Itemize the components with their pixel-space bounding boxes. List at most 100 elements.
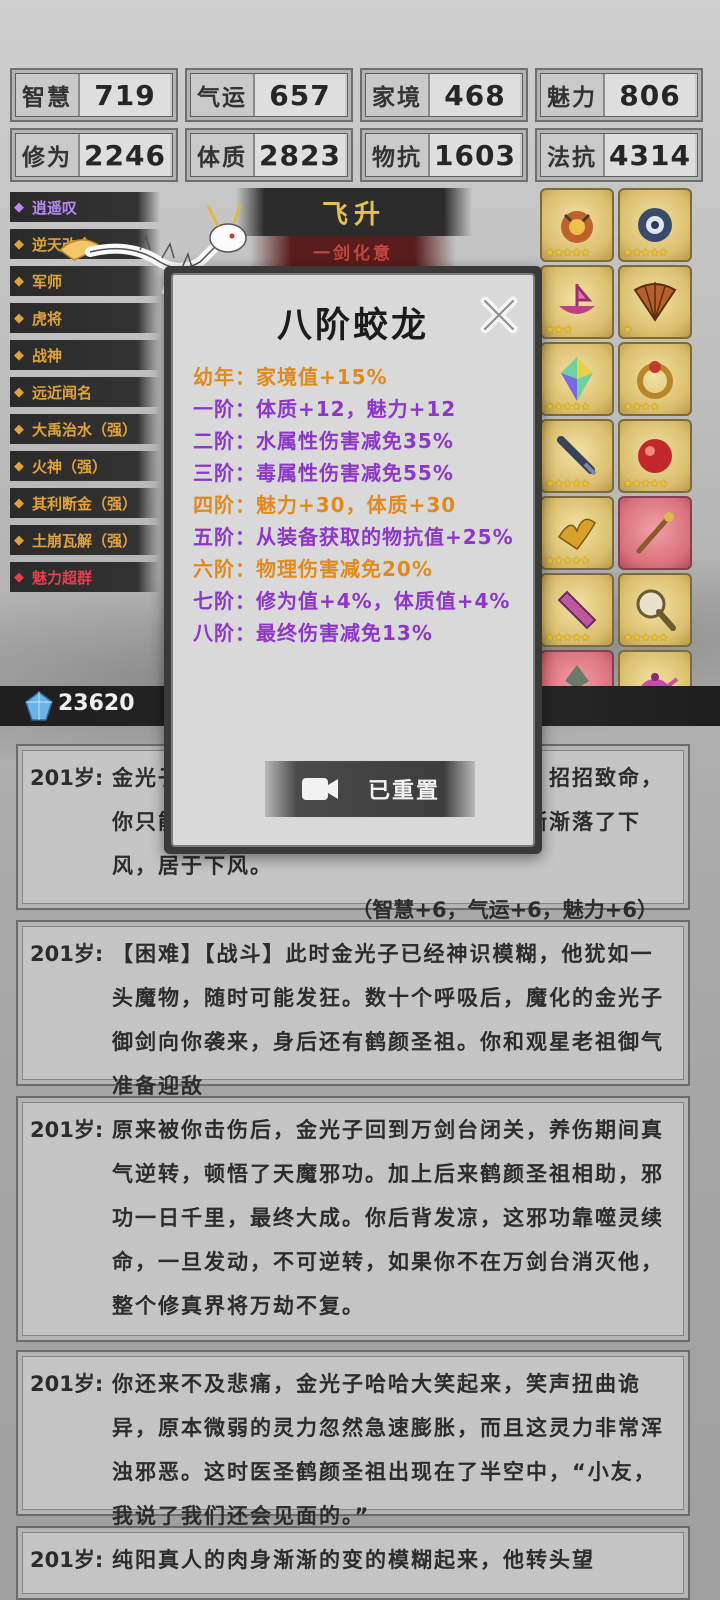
pink-scroll-icon <box>557 590 597 630</box>
stat-physical-resist: 物抗 1603 <box>360 128 528 182</box>
star-rating: ★★★★ <box>623 400 659 413</box>
stat-wisdom: 智慧 719 <box>10 68 178 122</box>
star-rating: ★★★★★ <box>545 400 590 413</box>
star-rating: ★★★★★ <box>545 631 590 644</box>
equipment-slot[interactable] <box>618 496 692 570</box>
dark-sword-icon <box>557 436 597 476</box>
life-log-entry: 201岁: 纯阳真人的肉身渐渐的变的模糊起来，他转头望 <box>16 1526 690 1600</box>
talent-tag[interactable]: ◆ 大禹治水（强） <box>10 414 160 444</box>
stat-label: 智慧 <box>22 85 72 111</box>
talent-tag-label: 远近闻名 <box>32 383 93 402</box>
stat-value: 719 <box>78 74 170 116</box>
stat-cultivation: 修为 2246 <box>10 128 178 182</box>
talent-tag[interactable]: ◆ 土崩瓦解（强） <box>10 525 160 555</box>
star-rating: ★★★ <box>545 323 573 336</box>
stat-label: 法抗 <box>547 145 597 171</box>
talent-tag[interactable]: ◆ 战神 <box>10 340 160 370</box>
log-age: 201岁: <box>30 1372 104 1396</box>
log-text: 原来被你击伤后，金光子回到万剑台闭关，养伤期间真气逆转，顿悟了天魔邪功。加上后来… <box>112 1118 664 1318</box>
pink-boat-icon <box>559 284 595 314</box>
talent-tag-label: 战神 <box>32 346 63 365</box>
equipment-slot[interactable]: ★★★★★ <box>540 188 614 262</box>
fan-icon <box>633 282 677 322</box>
orb-relic-icon <box>561 211 593 243</box>
log-age: 201岁: <box>30 1548 104 1572</box>
reset-button-label: 已重置 <box>367 779 440 804</box>
ascension-subtitle: 一剑化意 <box>250 236 456 266</box>
stat-label: 魅力 <box>547 85 597 111</box>
tier-item: 幼年：家境值+15% <box>193 365 388 389</box>
equipment-slot[interactable]: ★★★★★ <box>618 188 692 262</box>
star-rating: ★★★★★ <box>623 631 668 644</box>
talent-tag-label: 火神（强） <box>32 457 108 476</box>
stat-family: 家境 468 <box>360 68 528 122</box>
stat-label: 气运 <box>197 85 247 111</box>
stat-label: 修为 <box>22 145 72 171</box>
diamond-icon: ◆ <box>14 495 24 511</box>
star-rating: ★★★★★ <box>623 246 668 259</box>
modal-panel: 八阶蛟龙 幼年：家境值+15% 一阶：体质+12，魅力+12 二阶：水属性伤害减… <box>171 273 535 847</box>
stat-value: 657 <box>253 74 345 116</box>
life-log-entry: 201岁: 你还来不及悲痛，金光子哈哈大笑起来，笑声扭曲诡异，原本微弱的灵力忽然… <box>16 1350 690 1528</box>
tier-item: 二阶：水属性伤害减免35% <box>193 429 454 453</box>
log-age: 201岁: <box>30 1118 104 1142</box>
life-log-entry: 201岁: 【困难】【战斗】此时金光子已经神识模糊，他犹如一头魔物，随时可能发狂… <box>16 920 690 1098</box>
close-icon[interactable] <box>477 293 521 337</box>
gold-ring-icon <box>637 361 673 399</box>
star-rating: ★ <box>623 323 633 336</box>
talent-tag[interactable]: ◆ 魅力超群 <box>10 562 160 592</box>
stat-value: 2823 <box>253 134 345 176</box>
diamond-icon: ◆ <box>14 273 24 289</box>
video-camera-icon <box>301 778 338 800</box>
equipment-slot[interactable]: ★★★★★ <box>540 573 614 647</box>
equipment-slot[interactable]: ★★★★★ <box>618 419 692 493</box>
star-rating: ★★★★★ <box>545 554 590 567</box>
talent-tag-label: 大禹治水（强） <box>32 420 138 439</box>
equipment-slot[interactable]: ★★★ <box>540 265 614 339</box>
talent-tag[interactable]: ◆ 远近闻名 <box>10 377 160 407</box>
diamond-icon: ◆ <box>14 458 24 474</box>
talent-tag-label: 其利断金（强） <box>32 494 138 513</box>
talent-tag-label: 土崩瓦解（强） <box>32 531 138 550</box>
reset-button[interactable]: 已重置 <box>265 761 475 817</box>
log-text: 纯阳真人的肉身渐渐的变的模糊起来，他转头望 <box>112 1548 595 1572</box>
golden-bird-icon <box>557 518 596 550</box>
log-text: 你还来不及悲痛，金光子哈哈大笑起来，笑声扭曲诡异，原本微弱的灵力忽然急速膨胀，而… <box>112 1372 664 1528</box>
tier-item: 六阶：物理伤害减免20% <box>193 557 433 581</box>
talent-tag[interactable]: ◆ 其利断金（强） <box>10 488 160 518</box>
talent-tag-label: 魅力超群 <box>32 568 93 587</box>
stat-constitution: 体质 2823 <box>185 128 353 182</box>
talent-tag-label: 虎将 <box>32 309 63 328</box>
stat-value: 4314 <box>603 134 695 176</box>
equipment-slot[interactable]: ★ <box>618 265 692 339</box>
equipment-slot[interactable]: ★★★★★ <box>540 342 614 416</box>
staff-icon <box>636 512 674 554</box>
tier-item: 三阶：毒属性伤害减免55% <box>193 461 454 485</box>
tier-list: 幼年：家境值+15% 一阶：体质+12，魅力+12 二阶：水属性伤害减免35% … <box>193 361 529 649</box>
stat-luck: 气运 657 <box>185 68 353 122</box>
stat-charm: 魅力 806 <box>535 68 703 122</box>
rainbow-crystal-icon <box>561 357 593 401</box>
ascension-banner: 飞升 <box>236 188 472 236</box>
stat-label: 物抗 <box>372 145 422 171</box>
star-rating: ★★★★★ <box>623 477 668 490</box>
spirit-stone-icon <box>25 691 53 721</box>
talent-tag[interactable]: ◆ 虎将 <box>10 303 160 333</box>
stat-value: 1603 <box>428 134 520 176</box>
diamond-icon: ◆ <box>14 384 24 400</box>
equipment-slot[interactable]: ★★★★ <box>618 342 692 416</box>
equipment-slot[interactable]: ★★★★★ <box>540 419 614 493</box>
pet-detail-modal: 八阶蛟龙 幼年：家境值+15% 一阶：体质+12，魅力+12 二阶：水属性伤害减… <box>164 266 542 854</box>
log-text: 【困难】【战斗】此时金光子已经神识模糊，他犹如一头魔物，随时可能发狂。数十个呼吸… <box>112 942 664 1098</box>
talent-tag[interactable]: ◆ 火神（强） <box>10 451 160 481</box>
spirit-stone-count: 23620 <box>58 691 135 716</box>
stat-value: 2246 <box>78 134 170 176</box>
equipment-slot[interactable]: ★★★★★ <box>540 496 614 570</box>
spirit-beast-icon <box>638 208 672 242</box>
equipment-slot[interactable]: ★★★★★ <box>618 573 692 647</box>
diamond-icon: ◆ <box>14 199 24 215</box>
log-age: 201岁: <box>30 942 104 966</box>
tier-item: 八阶：最终伤害减免13% <box>193 621 433 645</box>
star-rating: ★★★★★ <box>545 477 590 490</box>
mirror-icon <box>636 589 676 631</box>
